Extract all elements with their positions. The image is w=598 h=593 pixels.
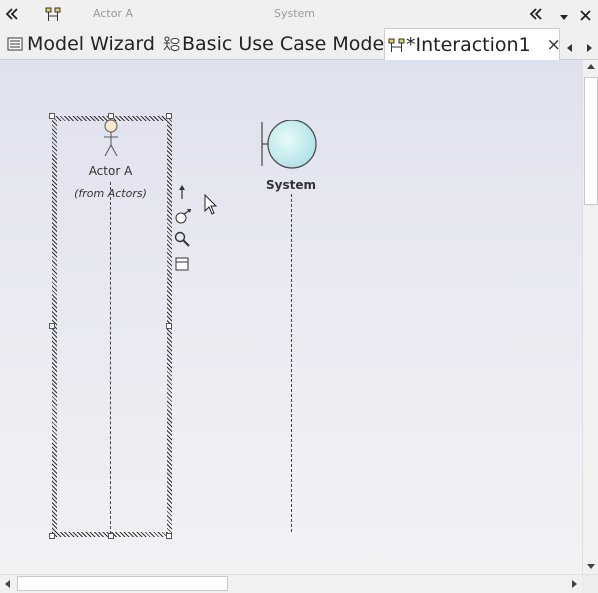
scroll-left-icon[interactable] xyxy=(3,579,13,589)
tab-model-wizard[interactable]: Model Wizard xyxy=(6,28,158,59)
tab-basic-use-case-model[interactable]: Basic Use Case Model xyxy=(162,28,389,59)
chevron-down-icon[interactable] xyxy=(558,8,570,20)
diagram-canvas[interactable]: Actor A (from Actors) System xyxy=(0,60,582,574)
breadcrumb-system: System xyxy=(274,7,316,20)
tab-label: Model Wizard xyxy=(27,32,155,55)
breadcrumb-actor: Actor A xyxy=(93,7,133,20)
collapse-panel-icon[interactable] xyxy=(4,6,20,22)
scroll-up-icon[interactable] xyxy=(586,62,596,72)
system-name: System xyxy=(266,178,316,192)
vertical-scroll-thumb[interactable] xyxy=(584,77,598,205)
resize-handle-s[interactable] xyxy=(108,533,114,539)
close-icon[interactable] xyxy=(579,7,592,21)
use-case-model-icon xyxy=(162,35,180,53)
zoom-icon[interactable] xyxy=(174,231,190,247)
tab-label: *Interaction1 xyxy=(406,33,531,56)
scroll-right-icon[interactable] xyxy=(569,579,579,589)
sequence-diagram-icon xyxy=(388,36,406,54)
tab-close-icon[interactable]: × xyxy=(547,35,561,55)
link-arrow-icon[interactable] xyxy=(175,184,189,200)
tab-bar: Model Wizard Basic Use Case Model *Inter… xyxy=(0,28,598,60)
scroll-corner xyxy=(582,575,598,593)
model-wizard-icon xyxy=(6,35,24,53)
actor-lifeline[interactable] xyxy=(110,182,111,534)
boundary-icon[interactable] xyxy=(259,119,319,170)
vertical-scrollbar[interactable] xyxy=(582,60,598,574)
resize-handle-se[interactable] xyxy=(166,533,172,539)
properties-icon[interactable] xyxy=(175,256,189,271)
horizontal-scroll-thumb[interactable] xyxy=(17,576,228,591)
expand-panel-icon[interactable] xyxy=(528,6,544,22)
system-lifeline[interactable] xyxy=(291,194,292,532)
actor-name: Actor A xyxy=(88,164,133,178)
tab-scroll-left-icon[interactable] xyxy=(565,38,575,52)
tab-scroll-right-icon[interactable] xyxy=(584,38,594,52)
diagram-type-icon xyxy=(45,6,61,22)
resize-handle-sw[interactable] xyxy=(49,533,55,539)
actor-icon[interactable] xyxy=(101,118,121,158)
tab-label: Basic Use Case Model xyxy=(182,32,390,55)
resize-handle-ne[interactable] xyxy=(166,113,172,119)
resize-handle-e[interactable] xyxy=(166,323,172,329)
mouse-cursor-icon xyxy=(204,193,218,216)
resize-handle-nw[interactable] xyxy=(49,113,55,119)
tab-interaction1[interactable]: *Interaction1 × xyxy=(384,28,561,60)
lifeline-tool-icon[interactable] xyxy=(174,208,192,224)
horizontal-scrollbar[interactable] xyxy=(0,574,598,593)
top-bar: Actor A System xyxy=(0,0,598,29)
scroll-down-icon[interactable] xyxy=(586,561,596,571)
actor-selection-frame[interactable] xyxy=(52,116,172,537)
resize-handle-w[interactable] xyxy=(49,323,55,329)
